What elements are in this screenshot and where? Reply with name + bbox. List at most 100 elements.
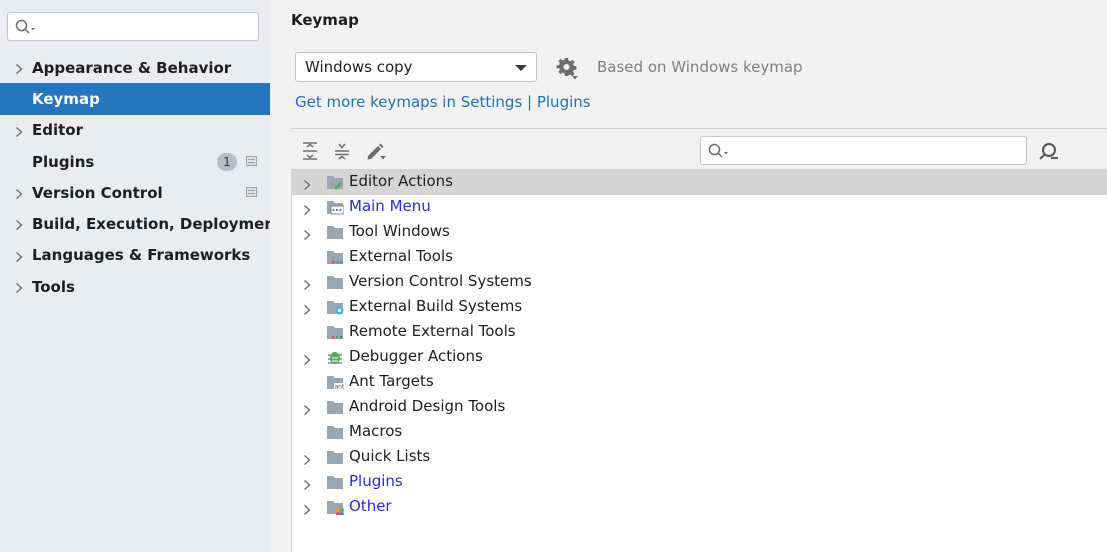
sidebar-item-tools[interactable]: Tools (0, 271, 270, 302)
chevron-right-icon[interactable] (14, 249, 24, 262)
gear-icon[interactable] (556, 57, 578, 80)
chevron-right-icon[interactable] (302, 502, 311, 516)
keymap-panel: Keymap Windows copy Based on Windows key… (270, 0, 1107, 552)
chevron-right-icon[interactable] (14, 61, 24, 75)
folder-edit-icon (326, 174, 344, 190)
chevron-right-icon[interactable] (14, 217, 24, 231)
tree-row[interactable]: Version Control Systems (292, 270, 1107, 295)
chevron-down-icon (515, 65, 527, 71)
tree-row-label: Main Menu (349, 197, 431, 215)
sidebar-item-plugins[interactable]: Plugins 1 (0, 146, 270, 177)
tree-row-label: Plugins (349, 472, 403, 490)
tree-row-label: Quick Lists (349, 447, 431, 465)
collapse-all-icon[interactable] (332, 141, 352, 161)
sidebar-item-label: Tools (32, 277, 75, 296)
search-icon (708, 143, 730, 163)
tree-row[interactable]: ant Ant Targets (292, 370, 1107, 395)
keymap-filter-input[interactable] (735, 140, 1020, 161)
tree-row[interactable]: Remote External Tools (292, 320, 1107, 345)
chevron-right-icon[interactable] (302, 352, 311, 366)
tree-row[interactable]: Other (292, 495, 1107, 520)
sidebar-item-label: Languages & Frameworks (32, 246, 251, 265)
tree-row[interactable]: Quick Lists (292, 445, 1107, 470)
sidebar-item-label: Build, Execution, Deployment (32, 215, 283, 234)
settings-search-field[interactable] (7, 12, 259, 41)
sidebar-item-languages-frameworks[interactable]: Languages & Frameworks (0, 240, 270, 271)
tree-row[interactable]: Macros (292, 420, 1107, 445)
folder-ant-icon: ant (326, 374, 345, 391)
project-level-icon (246, 187, 257, 198)
keymap-select[interactable]: Windows copy (295, 52, 537, 82)
chevron-right-icon[interactable] (302, 452, 311, 466)
tree-row[interactable]: Debugger Actions (292, 345, 1107, 370)
chevron-right-icon[interactable] (302, 227, 311, 241)
tree-row-label: Editor Actions (349, 172, 453, 190)
tree-row-label: Tool Windows (349, 222, 450, 240)
chevron-right-icon[interactable] (14, 186, 24, 200)
tree-row-label: Debugger Actions (349, 347, 483, 365)
folder-gear-icon (326, 299, 344, 315)
folder-icon (326, 274, 344, 290)
keymap-select-value: Windows copy (305, 58, 413, 76)
folder-other-icon (326, 499, 344, 516)
tree-row-label: Remote External Tools (349, 322, 516, 340)
chevron-right-icon[interactable] (302, 177, 311, 191)
bug-icon (326, 349, 344, 365)
folder-icon (326, 449, 344, 465)
project-level-icon (246, 155, 257, 166)
page-title: Keymap (291, 11, 359, 29)
sidebar-item-appearance-behavior[interactable]: Appearance & Behavior (0, 52, 270, 83)
settings-tree: Appearance & Behavior Keymap Editor Plugins… (0, 52, 282, 302)
chevron-right-icon[interactable] (14, 280, 24, 294)
sidebar-item-label: Editor (32, 121, 83, 140)
tree-row[interactable]: Android Design Tools (292, 395, 1107, 420)
folder-icon (326, 474, 344, 490)
tree-row-label: External Tools (349, 247, 453, 265)
tree-row-label: External Build Systems (349, 297, 523, 315)
tree-row-label: Other (349, 497, 392, 515)
sidebar-item-label: Version Control (32, 183, 163, 202)
actions-tree[interactable]: Editor Actions Main Menu Tool Windows Exter… (291, 169, 1107, 552)
chevron-right-icon[interactable] (14, 124, 24, 137)
sidebar-item-label: Appearance & Behavior (32, 58, 232, 77)
tree-row-label: Version Control Systems (349, 272, 532, 290)
tree-row-label: Android Design Tools (349, 397, 506, 415)
sidebar-item-version-control[interactable]: Version Control (0, 177, 270, 208)
sidebar-item-editor[interactable]: Editor (0, 115, 270, 146)
keymap-filter-field[interactable] (700, 136, 1027, 165)
find-by-shortcut-icon[interactable] (1038, 141, 1060, 163)
folder-menu-icon (326, 199, 345, 215)
folder-icon (326, 399, 344, 415)
folder-tools-icon (326, 249, 344, 265)
tree-row[interactable]: External Build Systems (292, 295, 1107, 320)
search-icon (15, 19, 37, 39)
tree-row[interactable]: Tool Windows (292, 220, 1107, 245)
chevron-right-icon[interactable] (302, 302, 311, 316)
sidebar-item-label: Keymap (32, 89, 100, 108)
tree-row-label: Macros (349, 422, 403, 440)
tree-row-label: Ant Targets (349, 372, 434, 390)
tree-row[interactable]: Plugins (292, 470, 1107, 495)
chevron-right-icon[interactable] (302, 202, 311, 216)
folder-icon (326, 224, 344, 240)
sidebar-item-label: Plugins (32, 152, 95, 171)
tree-row[interactable]: External Tools (292, 245, 1107, 270)
sidebar-item-keymap[interactable]: Keymap (0, 83, 270, 115)
more-keymaps-link[interactable]: Get more keymaps in Settings | Plugins (295, 93, 591, 111)
chevron-right-icon[interactable] (302, 477, 311, 491)
svg-text:ant: ant (335, 384, 345, 391)
settings-search-input[interactable] (42, 16, 252, 37)
tree-row[interactable]: Main Menu (292, 195, 1107, 220)
based-on-label: Based on Windows keymap (597, 58, 803, 76)
folder-icon (326, 424, 344, 440)
expand-all-icon[interactable] (300, 141, 320, 161)
settings-sidebar: Appearance & Behavior Keymap Editor Plugins… (0, 0, 282, 552)
pencil-icon[interactable] (365, 141, 386, 161)
count-badge: 1 (217, 152, 237, 171)
sidebar-item-build-execution-deployment[interactable]: Build, Execution, Deployment (0, 208, 282, 239)
folder-tools-icon (326, 324, 344, 340)
chevron-right-icon[interactable] (302, 277, 311, 291)
chevron-right-icon[interactable] (302, 402, 311, 416)
tree-row[interactable]: Editor Actions (292, 170, 1107, 195)
divider (291, 128, 1107, 129)
